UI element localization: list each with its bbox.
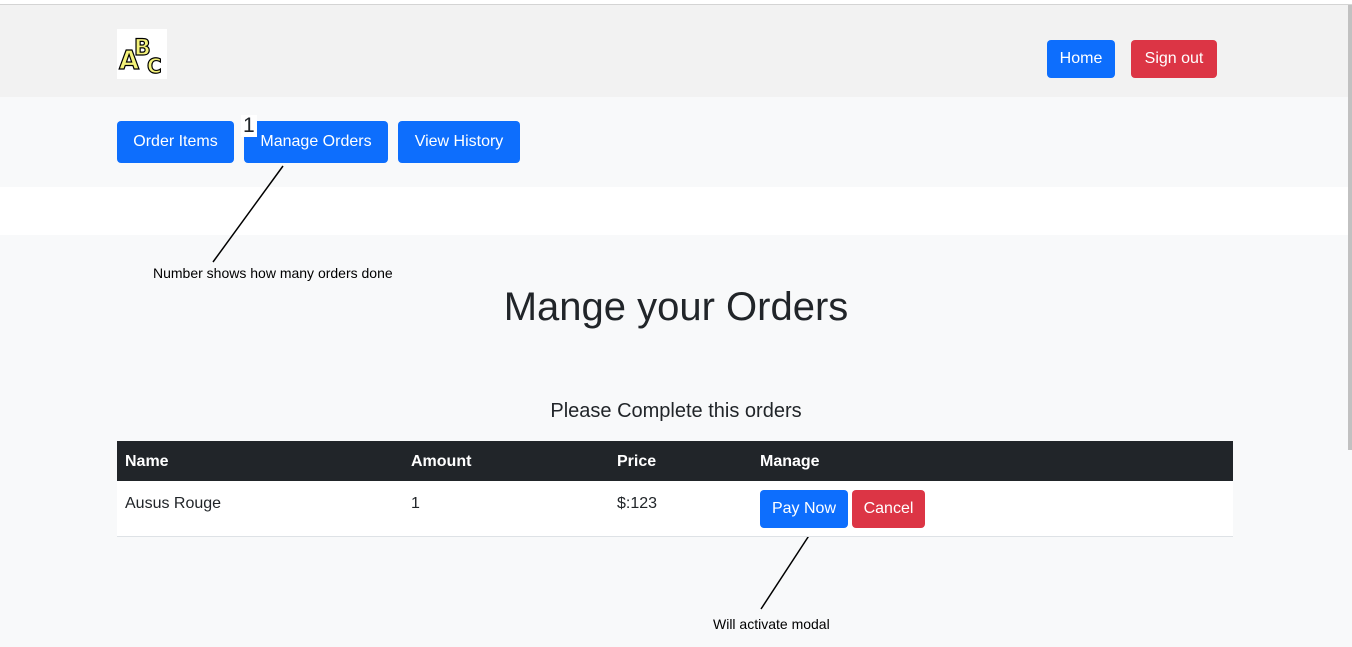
count-annotation-text: Number shows how many orders done — [153, 265, 393, 281]
pay-now-button[interactable]: Pay Now — [760, 490, 848, 528]
modal-annotation-line — [760, 530, 813, 610]
column-header-amount: Amount — [411, 453, 472, 470]
page-title: Mange your Orders — [503, 285, 849, 329]
table-header: Name Amount Price Manage — [117, 441, 1233, 481]
table-row: Ausus Rouge 1 $:123 Pay Now Cancel — [117, 481, 1233, 537]
order-name-cell: Ausus Rouge — [125, 495, 222, 512]
page-subtitle: Please Complete this orders — [550, 400, 802, 422]
modal-annotation-text: Will activate modal — [713, 616, 830, 632]
order-price-cell: $:123 — [617, 495, 658, 512]
page-scrollbar[interactable] — [1348, 5, 1352, 450]
cancel-order-button[interactable]: Cancel — [852, 490, 925, 528]
column-header-name: Name — [125, 453, 169, 470]
column-header-manage: Manage — [760, 453, 820, 470]
column-header-price: Price — [617, 453, 657, 470]
order-amount-cell: 1 — [411, 495, 420, 512]
count-annotation-line — [212, 165, 284, 263]
orders-table: Name Amount Price Manage Ausus Rouge 1 $… — [117, 441, 1233, 537]
